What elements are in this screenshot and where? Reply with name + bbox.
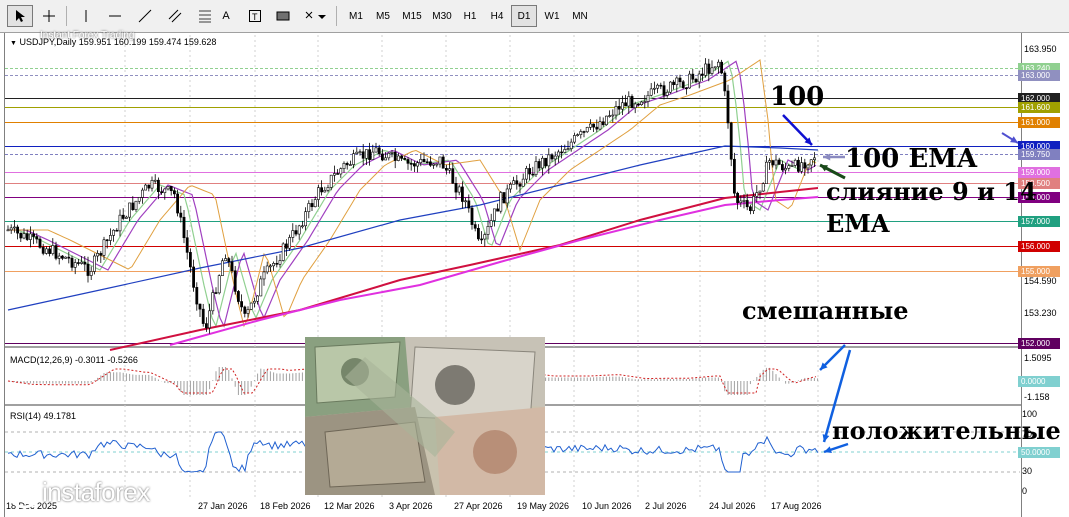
date-label: 27 Apr 2026 <box>454 501 503 511</box>
annotation-positive: положительные <box>832 416 1061 445</box>
price-level-tag: 157.000 <box>1018 216 1060 227</box>
annotation-ema-merge-2: EMA <box>826 209 890 238</box>
price-level-tag: 155.000 <box>1018 266 1060 277</box>
price-axis-label: 153.230 <box>1024 308 1057 318</box>
price-level-tag: 161.600 <box>1018 102 1060 113</box>
price-level-tag: 161.000 <box>1018 117 1060 128</box>
price-level-tag: 159.750 <box>1018 149 1060 160</box>
price-level-tag: 163.000 <box>1018 70 1060 81</box>
rsi-header: RSI(14) 49.1781 <box>10 411 77 421</box>
date-label: 12 Mar 2026 <box>324 501 375 511</box>
banknotes-image <box>305 337 545 495</box>
rsi-axis-label: 0 <box>1022 486 1028 496</box>
logo-mark-icon <box>7 475 41 509</box>
date-label: 17 Aug 2026 <box>771 501 822 511</box>
date-label: 19 May 2026 <box>517 501 570 511</box>
date-label: 3 Apr 2026 <box>389 501 433 511</box>
instaforex-logo: instaforex <box>6 472 150 512</box>
macd-axis-label: 1.5095 <box>1024 353 1052 363</box>
price-level-tag: 152.000 <box>1018 338 1060 349</box>
annotation-mixed: смешанные <box>742 296 909 325</box>
price-level-tag: 156.000 <box>1018 241 1060 252</box>
annotation-ema-merge: слияние 9 и 14 <box>826 177 1037 206</box>
date-label: 27 Jan 2026 <box>198 501 248 511</box>
price-axis-label: 154.590 <box>1024 276 1057 286</box>
macd-header: MACD(12,26,9) -0.3011 -0.5266 <box>10 355 138 365</box>
date-label: 2 Jul 2026 <box>645 501 687 511</box>
rsi-axis-label: 30 <box>1022 466 1033 476</box>
rsi-50-tag: 50.0000 <box>1018 447 1060 458</box>
macd-zero-tag: 0.0000 <box>1018 376 1060 387</box>
banknotes-photo <box>305 337 545 495</box>
date-label: 24 Jul 2026 <box>709 501 756 511</box>
price-axis-label: 163.950 <box>1024 44 1057 54</box>
annotation-100-ema: 100 EMA <box>845 144 978 174</box>
date-label: 18 Feb 2026 <box>260 501 311 511</box>
collapse-icon: ▼ <box>10 40 17 47</box>
annotation-100: 100 <box>770 82 825 112</box>
logo-tagline: Instant Forex Trading <box>40 30 135 41</box>
date-label: 10 Jun 2026 <box>582 501 632 511</box>
macd-axis-label: -1.158 <box>1024 392 1050 402</box>
